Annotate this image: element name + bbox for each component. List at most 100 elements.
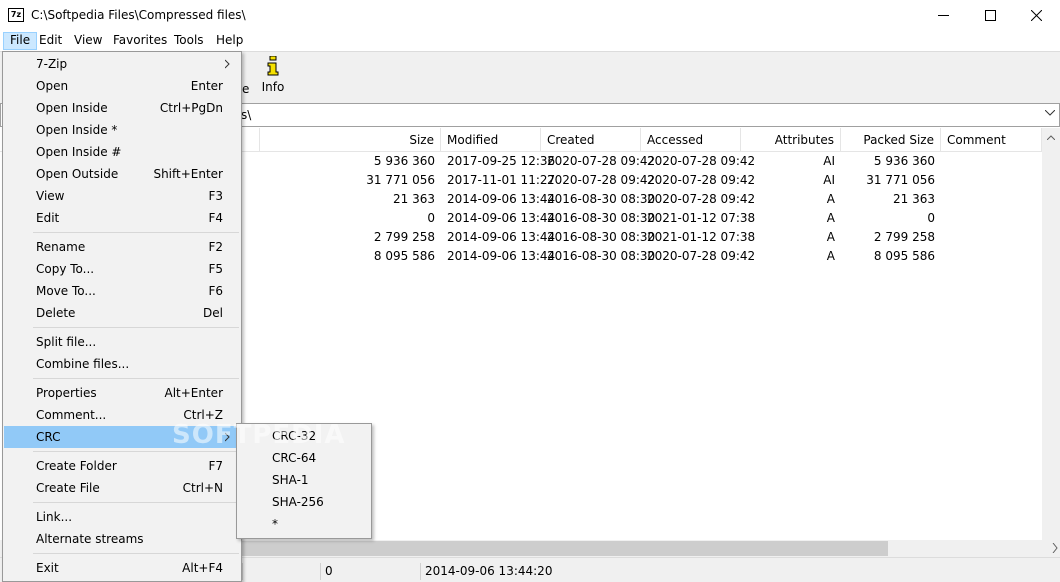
column-header-accessed[interactable]: Accessed [641, 128, 741, 152]
file-menu-item-view[interactable]: View F3 [4, 185, 240, 207]
cell-attributes: A [826, 192, 835, 206]
close-button[interactable] [1013, 0, 1059, 31]
menu-file[interactable]: File [3, 32, 38, 50]
crc-submenu-item-all[interactable]: * [238, 513, 370, 535]
menu-item-shortcut: Alt+Enter [164, 386, 223, 400]
menu-tools[interactable]: Tools [168, 32, 210, 50]
cell-accessed: 2020-07-28 09:42 [647, 249, 756, 263]
minimize-button[interactable] [920, 0, 966, 31]
file-menu-item-move-to[interactable]: Move To... F6 [4, 280, 240, 302]
file-menu-item-alternate-streams[interactable]: Alternate streams [4, 528, 240, 550]
watermark: SOFTPEDIA [172, 420, 346, 450]
cell-created: 2020-07-28 09:42 [547, 173, 656, 187]
cell-attributes: A [826, 230, 835, 244]
menu-item-label: Properties [36, 386, 97, 400]
file-menu-item-open-inside[interactable]: Open Inside # [4, 141, 240, 163]
title-bar: 7z C:\Softpedia Files\Compressed files\ [0, 0, 1060, 31]
cell-comment [941, 209, 1042, 228]
file-menu-item-exit[interactable]: Exit Alt+F4 [4, 557, 240, 579]
file-menu-item-create-file[interactable]: Create File Ctrl+N [4, 477, 240, 499]
address-text: s\ [241, 108, 252, 122]
menu-item-label: Comment... [36, 408, 107, 422]
cell-comment [941, 171, 1042, 190]
cell-accessed: 2021-01-12 07:38 [647, 230, 756, 244]
cell-accessed: 2020-07-28 09:42 [647, 192, 756, 206]
chevron-up-icon [1047, 134, 1055, 140]
menu-item-shortcut: Alt+F4 [182, 561, 223, 575]
info-button[interactable]: Info [253, 56, 293, 94]
cell-packed-size: 0 [927, 211, 935, 225]
cell-attributes: A [826, 211, 835, 225]
menu-view[interactable]: View [68, 32, 108, 50]
file-menu-item-open-outside[interactable]: Open Outside Shift+Enter [4, 163, 240, 185]
menu-item-label: Open [36, 79, 69, 93]
file-menu-item-edit[interactable]: Edit F4 [4, 207, 240, 229]
menu-item-shortcut: F3 [208, 189, 223, 203]
cell-size: 5 936 360 [373, 154, 435, 168]
menu-help[interactable]: Help [210, 32, 249, 50]
file-menu-item-split-file[interactable]: Split file... [4, 331, 240, 353]
scroll-up-button[interactable] [1042, 128, 1060, 146]
file-menu-item-open-inside[interactable]: Open Inside Ctrl+PgDn [4, 97, 240, 119]
cell-accessed: 2020-07-28 09:42 [647, 154, 756, 168]
file-menu-item-link[interactable]: Link... [4, 506, 240, 528]
crc-submenu-item-crc-64[interactable]: CRC-64 [238, 447, 370, 469]
column-header-attributes[interactable]: Attributes [741, 128, 841, 152]
chevron-right-icon[interactable] [1052, 543, 1058, 553]
file-menu-item-7-zip[interactable]: 7-Zip [4, 53, 240, 75]
menu-item-shortcut: Ctrl+PgDn [159, 101, 223, 115]
column-header-packed-size[interactable]: Packed Size [841, 128, 941, 152]
menu-item-label: Create Folder [36, 459, 117, 473]
chevron-down-icon[interactable] [1045, 110, 1055, 116]
app-icon: 7z [8, 8, 24, 22]
menu-item-label: Alternate streams [36, 532, 144, 546]
menu-item-shortcut: Enter [190, 79, 223, 93]
cell-modified: 2014-09-06 13:44 [447, 230, 556, 244]
menu-item-label: Split file... [36, 335, 97, 349]
column-header-created[interactable]: Created [541, 128, 641, 152]
menu-item-label: Combine files... [36, 357, 130, 371]
cell-size: 31 771 056 [366, 173, 435, 187]
file-menu-item-copy-to[interactable]: Copy To... F5 [4, 258, 240, 280]
menu-favorites[interactable]: Favorites [107, 32, 173, 50]
horizontal-scroll-thumb[interactable] [240, 541, 888, 556]
file-menu-item-rename[interactable]: Rename F2 [4, 236, 240, 258]
column-header-size[interactable]: Size [260, 128, 441, 152]
cell-size: 0 [427, 211, 435, 225]
cell-size: 21 363 [393, 192, 435, 206]
cell-modified: 2014-09-06 13:44 [447, 211, 556, 225]
toolbar-partial-label: e [242, 82, 250, 96]
file-menu-item-delete[interactable]: Delete Del [4, 302, 240, 324]
file-menu-item-open-inside[interactable]: Open Inside * [4, 119, 240, 141]
crc-submenu-item-sha-256[interactable]: SHA-256 [238, 491, 370, 513]
menu-item-label: CRC [36, 430, 61, 444]
maximize-button[interactable] [967, 0, 1013, 31]
file-menu-item-combine-files[interactable]: Combine files... [4, 353, 240, 375]
menu-item-label: Edit [36, 211, 60, 225]
menu-bar: File Edit View Favorites Tools Help [0, 31, 1060, 51]
menu-item-label: Open Inside # [36, 145, 122, 159]
menu-edit[interactable]: Edit [33, 32, 68, 50]
cell-modified: 2014-09-06 13:44 [447, 249, 556, 263]
menu-item-label: Rename [36, 240, 86, 254]
file-menu-item-open[interactable]: Open Enter [4, 75, 240, 97]
minimize-icon [937, 15, 949, 16]
status-count: 0 [320, 563, 420, 580]
cell-packed-size: 31 771 056 [866, 173, 935, 187]
menu-item-shortcut: F5 [208, 262, 223, 276]
menu-separator [33, 327, 239, 328]
cell-created: 2016-08-30 08:30 [547, 192, 656, 206]
file-menu-item-properties[interactable]: Properties Alt+Enter [4, 382, 240, 404]
menu-separator [33, 378, 239, 379]
cell-created: 2016-08-30 08:30 [547, 230, 656, 244]
menu-item-label: Move To... [36, 284, 96, 298]
crc-submenu-item-sha-1[interactable]: SHA-1 [238, 469, 370, 491]
cell-comment [941, 247, 1042, 266]
menu-item-shortcut: Del [203, 306, 223, 320]
column-header-comment[interactable]: Comment [941, 128, 1042, 152]
vertical-scrollbar[interactable] [1042, 128, 1060, 540]
menu-item-label: Link... [36, 510, 73, 524]
column-header-modified[interactable]: Modified [441, 128, 541, 152]
cell-packed-size: 2 799 258 [873, 230, 935, 244]
file-menu-item-create-folder[interactable]: Create Folder F7 [4, 455, 240, 477]
